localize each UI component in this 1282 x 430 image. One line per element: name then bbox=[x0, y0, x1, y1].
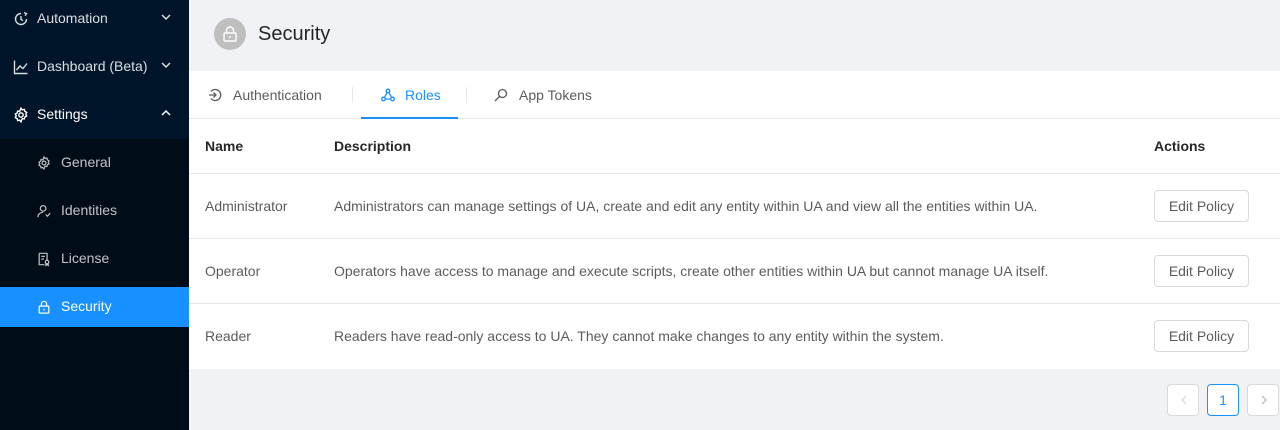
login-icon bbox=[209, 88, 222, 102]
role-description: Administrators can manage settings of UA… bbox=[334, 198, 1038, 214]
role-name: Administrator bbox=[205, 198, 288, 214]
sidebar-item-automation[interactable]: Automation bbox=[0, 0, 189, 43]
line-chart-icon bbox=[13, 60, 28, 75]
chevron-right-icon bbox=[1261, 395, 1267, 405]
roles-table: Name Description Actions Administrator A… bbox=[189, 119, 1281, 369]
sidebar-item-label: Dashboard (Beta) bbox=[37, 58, 148, 74]
sidebar-item-settings[interactable]: Settings bbox=[0, 91, 189, 139]
tab-bar: Authentication Roles App Tokens bbox=[189, 71, 1281, 119]
role-name: Reader bbox=[205, 328, 251, 344]
pagination-page-1[interactable]: 1 bbox=[1207, 384, 1239, 416]
edit-policy-button[interactable]: Edit Policy bbox=[1154, 255, 1249, 287]
column-header-actions: Actions bbox=[1154, 138, 1206, 154]
page-header: Security bbox=[189, 0, 1282, 71]
tab-authentication[interactable]: Authentication bbox=[207, 71, 347, 119]
sidebar-item-security[interactable]: Security bbox=[0, 287, 189, 327]
sidebar-item-identities[interactable]: Identities bbox=[0, 191, 189, 231]
lock-icon bbox=[223, 26, 237, 42]
avatar bbox=[214, 18, 246, 50]
column-header-description: Description bbox=[334, 138, 412, 154]
sidebar-item-label: License bbox=[61, 250, 110, 266]
table-row: Reader Readers have read-only access to … bbox=[189, 304, 1281, 369]
edit-policy-button[interactable]: Edit Policy bbox=[1154, 190, 1249, 222]
gear-icon bbox=[38, 155, 50, 171]
sidebar-item-label: General bbox=[61, 154, 111, 170]
edit-policy-button[interactable]: Edit Policy bbox=[1154, 320, 1249, 352]
table-row: Administrator Administrators can manage … bbox=[189, 174, 1281, 239]
gear-icon bbox=[14, 107, 28, 123]
sidebar-item-license[interactable]: License bbox=[0, 239, 189, 279]
sidebar-item-label: Security bbox=[61, 298, 112, 314]
license-icon bbox=[38, 252, 50, 267]
tab-label: App Tokens bbox=[519, 87, 592, 103]
search-icon bbox=[494, 88, 508, 102]
chevron-down-icon bbox=[161, 14, 171, 21]
sidebar-item-label: Settings bbox=[37, 106, 88, 122]
tab-roles[interactable]: Roles bbox=[361, 71, 458, 119]
tab-divider bbox=[466, 87, 467, 103]
sidebar-item-label: Automation bbox=[37, 10, 108, 26]
cluster-icon bbox=[381, 88, 395, 102]
tab-label: Roles bbox=[405, 87, 441, 103]
pagination-prev-button[interactable] bbox=[1167, 384, 1199, 416]
chevron-up-icon bbox=[161, 109, 171, 116]
page-title: Security bbox=[258, 23, 331, 45]
chevron-left-icon bbox=[1181, 395, 1187, 405]
automation-icon bbox=[14, 11, 28, 26]
chevron-down-icon bbox=[161, 62, 171, 69]
settings-submenu: General Identities License Security bbox=[0, 139, 189, 430]
role-description: Readers have read-only access to UA. The… bbox=[334, 328, 944, 344]
pagination-next-button[interactable] bbox=[1247, 384, 1279, 416]
user-icon bbox=[37, 204, 51, 218]
tab-divider bbox=[352, 87, 353, 103]
sidebar: Automation Dashboard (Beta) Settings Gen… bbox=[0, 0, 189, 430]
column-header-name: Name bbox=[205, 138, 244, 154]
tab-app-tokens[interactable]: App Tokens bbox=[494, 71, 604, 119]
role-description: Operators have access to manage and exec… bbox=[334, 263, 1049, 279]
lock-icon bbox=[38, 300, 50, 314]
sidebar-item-dashboard[interactable]: Dashboard (Beta) bbox=[0, 43, 189, 91]
tab-label: Authentication bbox=[233, 87, 322, 103]
sidebar-item-label: Identities bbox=[61, 202, 118, 218]
table-row: Operator Operators have access to manage… bbox=[189, 239, 1281, 304]
sidebar-item-general[interactable]: General bbox=[0, 143, 189, 183]
role-name: Operator bbox=[205, 263, 261, 279]
